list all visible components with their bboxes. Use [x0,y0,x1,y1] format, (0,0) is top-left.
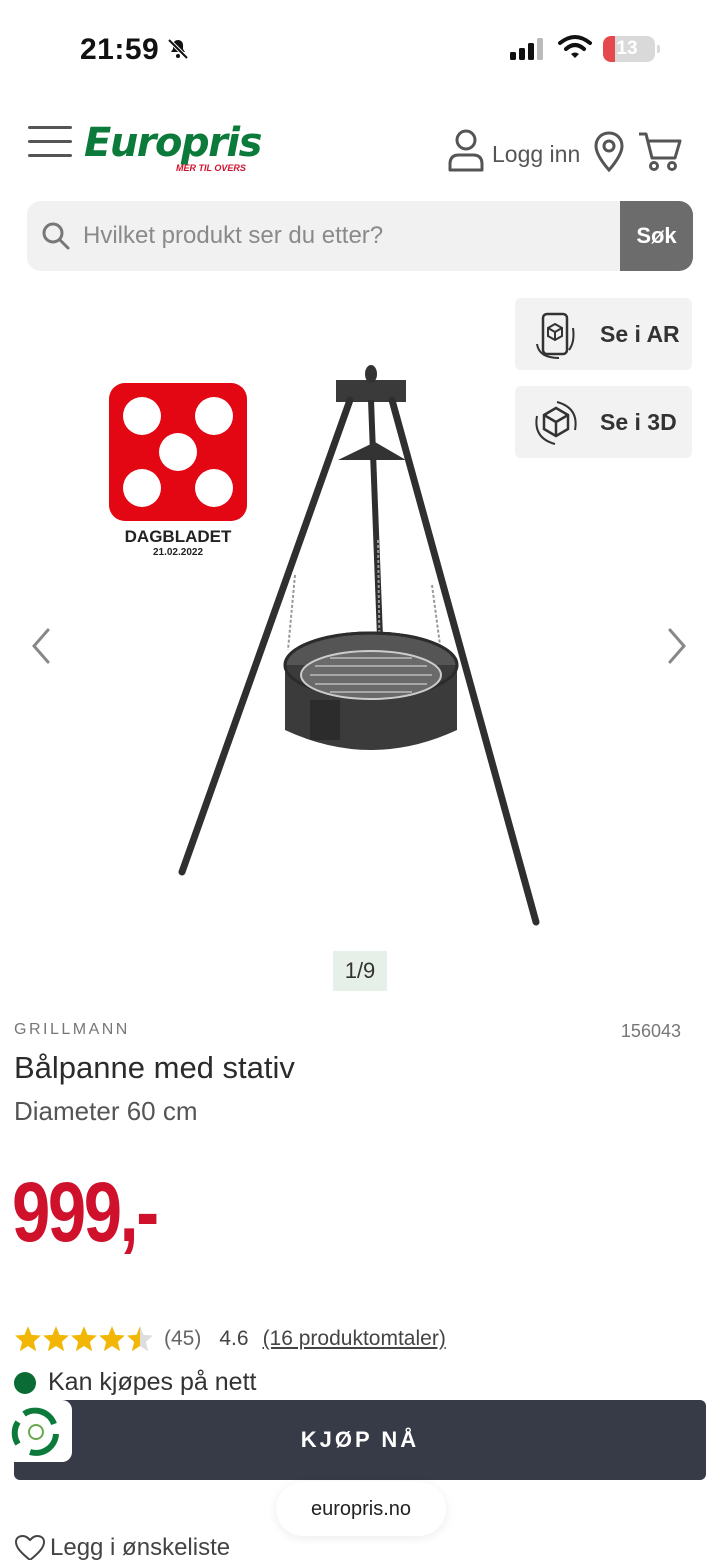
availability-label: Kan kjøpes på nett [48,1368,257,1396]
ar-phone-icon [536,312,575,359]
star-icon [15,1326,41,1352]
product-image[interactable] [170,360,550,930]
hamburger-menu-icon[interactable] [28,126,72,158]
dice-dot [123,397,161,435]
battery-indicator: 13 [603,36,660,62]
search-icon [42,222,70,250]
dice-dot [123,469,161,507]
view-in-ar-label: Se i AR [600,321,680,347]
availability-dot-icon [14,1371,36,1394]
star-icon [99,1326,125,1352]
battery-level: 13 [616,38,638,59]
view-in-3d-label: Se i 3D [600,409,677,435]
product-title: Bålpanne med stativ [14,1050,295,1085]
star-icon [127,1326,153,1352]
image-counter: 1/9 [333,951,387,991]
logo-text: Europris [84,120,262,166]
product-rating[interactable]: (45) 4.6 (16 produktomtaler) [14,1325,446,1353]
wishlist-label: Legg i ønskeliste [50,1534,231,1560]
availability-status: Kan kjøpes på nett [14,1368,256,1397]
rating-stars [14,1325,154,1353]
search-input[interactable] [83,201,643,271]
reviews-link[interactable]: (16 produktomtaler) [263,1327,446,1351]
product-brand[interactable]: GRILLMANN [14,1021,130,1039]
status-time: 21:59 [80,33,160,66]
wifi-icon [558,35,592,58]
battery-nub [657,45,660,53]
login-label: Logg inn [492,140,581,167]
store-locator-icon[interactable] [593,131,625,173]
heart-icon [14,1534,46,1560]
recycle-icon [11,1407,59,1456]
europris-logo[interactable]: Europris MER TIL OVERS [84,120,262,180]
login-button[interactable]: Logg inn [446,128,580,172]
search-bar: Søk [27,201,693,271]
buy-now-button[interactable]: KJØP NÅ [14,1400,706,1480]
user-icon [448,129,484,172]
search-button[interactable]: Søk [620,201,693,271]
star-icon [43,1326,69,1352]
add-to-wishlist-button[interactable]: Legg i ønskeliste [14,1534,230,1560]
logo-tagline: MER TIL OVERS [176,163,246,173]
cart-icon[interactable] [637,130,683,172]
product-sku: 156043 [620,1021,681,1041]
browser-url-bar[interactable]: europris.no [276,1482,446,1536]
product-subtitle: Diameter 60 cm [14,1096,198,1126]
star-icon [71,1326,97,1352]
recycle-badge[interactable] [0,1400,72,1462]
rating-count: (45) [164,1327,202,1350]
status-bar: 21:59 13 [0,0,720,96]
next-image-arrow-icon[interactable] [662,626,690,666]
bell-muted-icon [167,38,189,60]
signal-icon [510,38,543,60]
product-price: 999,- [12,1165,159,1259]
previous-image-arrow-icon[interactable] [28,626,56,666]
rating-average: 4.6 [219,1327,249,1350]
